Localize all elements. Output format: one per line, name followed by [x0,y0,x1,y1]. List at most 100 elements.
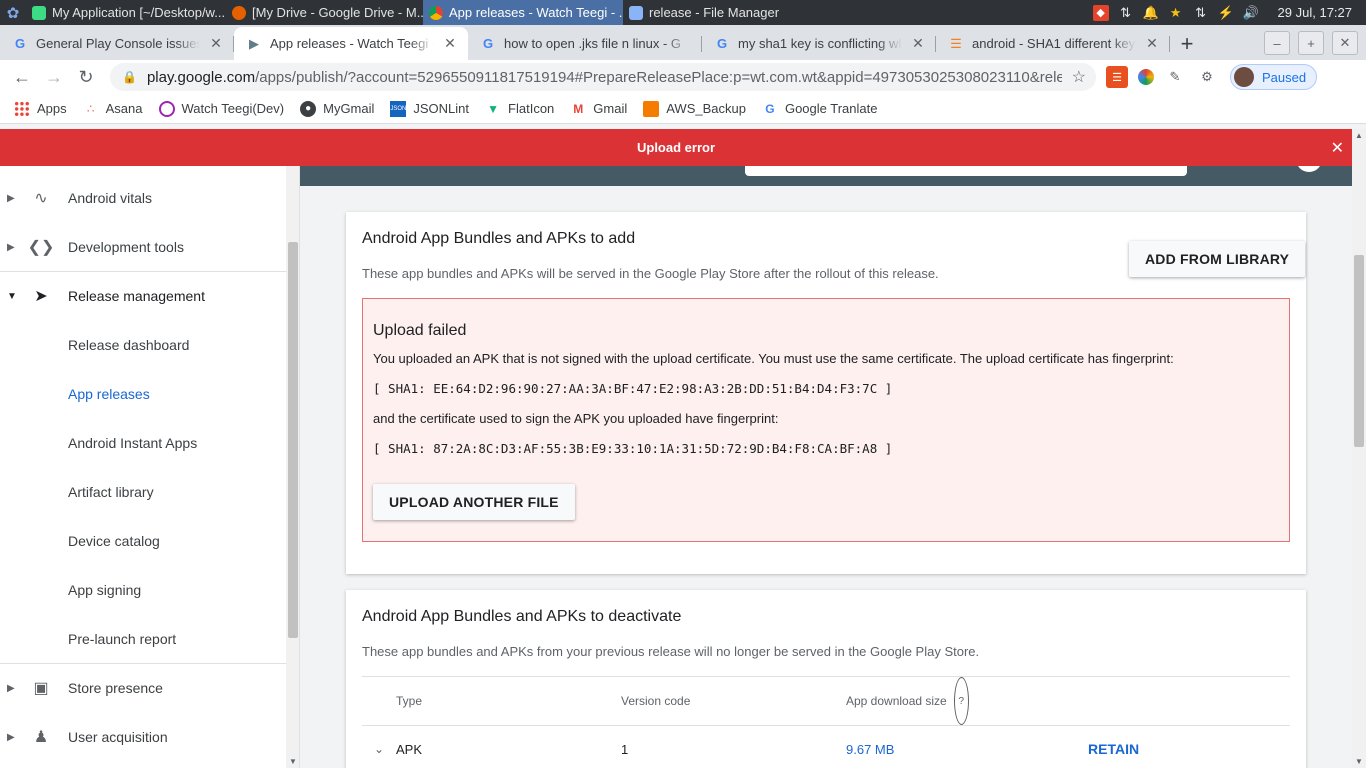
power-icon[interactable]: ⚡ [1217,5,1233,21]
clock[interactable]: 29 Jul, 17:27 [1278,5,1352,20]
sidebar-item-release-management[interactable]: ▼ ➤ Release management [0,272,286,320]
add-from-library-button[interactable]: ADD FROM LIBRARY [1129,241,1306,277]
minimize-window-icon[interactable]: – [1264,31,1290,55]
anydesk-icon[interactable]: ◆ [1092,4,1109,21]
close-tab-icon[interactable]: ✕ [442,35,458,52]
google-icon: G [716,36,728,51]
row-expand-chevron-icon[interactable]: ⌄ [374,726,384,768]
scrollbar-thumb[interactable] [1354,255,1364,447]
browser-tab-active[interactable]: ▶ App releases - Watch Teegi - G ✕ [234,27,468,60]
browser-tab[interactable]: G General Play Console issues - I ✕ [0,27,234,60]
expand-caret-icon: ▶ [7,241,15,253]
sidebar-item-user-acquisition[interactable]: ▶ ♟ User acquisition [0,713,286,761]
card-title: Android App Bundles and APKs to add [362,230,636,247]
stackoverflow-icon: ☰ [950,35,962,51]
flaticon-icon: ▼ [487,101,499,116]
eyedropper-icon[interactable]: ✎ [1164,66,1186,88]
page-scrollbar[interactable]: ▲ ▼ [1352,129,1366,768]
account-avatar[interactable] [1296,166,1322,172]
aws-icon [643,100,660,117]
main-content: Android App Bundles and APKs to add Thes… [300,166,1352,768]
bookmark-asana[interactable]: ∴ Asana [83,101,143,117]
apps-grid-icon [14,100,30,117]
avatar [1234,67,1254,87]
close-tab-icon[interactable]: ✕ [910,35,926,52]
star-icon[interactable]: ★ [1168,5,1184,21]
collapse-caret-icon: ▼ [7,290,17,302]
bookmark-jsonlint[interactable]: JSON JSONLint [390,100,469,117]
watch-teegi-icon [158,100,175,117]
bookmark-apps[interactable]: Apps [14,100,67,117]
asana-icon: ∴ [86,101,95,116]
browser-tab[interactable]: ☰ android - SHA1 different key pr ✕ [936,27,1170,60]
close-window-icon[interactable]: ✕ [1332,31,1358,55]
url-text[interactable]: play.google.com/apps/publish/?account=52… [147,69,1062,86]
retain-button[interactable]: RETAIN [1088,726,1139,768]
profile-status: Paused [1262,69,1307,85]
close-banner-icon[interactable]: ✕ [1331,138,1344,158]
bookmark-star-icon[interactable]: ☆ [1072,67,1086,87]
sidebar-item-device-catalog[interactable]: Device catalog [68,517,160,565]
bookmark-mygmail[interactable]: ● MyGmail [300,100,375,117]
url-host: play.google.com [146,68,256,86]
bookmark-gmail[interactable]: M Gmail [570,101,627,117]
maximize-window-icon[interactable]: + [1298,31,1324,55]
scroll-up-arrow-icon[interactable]: ▲ [1355,131,1363,140]
taskbar-window-chrome[interactable]: App releases - Watch Teegi - ... [423,0,623,25]
sidebar-scrollbar[interactable]: ▼ [286,166,299,768]
scroll-down-arrow-icon[interactable]: ▼ [1355,757,1363,766]
extensions-puzzle-icon[interactable]: ⚙ [1196,66,1218,88]
new-tab-button[interactable]: + [1170,27,1204,60]
google-icon: G [765,101,775,116]
sidebar-item-android-vitals[interactable]: ▶ ∿ Android vitals [0,174,286,222]
volume-icon[interactable]: 🔊 [1242,5,1258,21]
close-tab-icon[interactable]: ✕ [1144,35,1160,52]
search-input[interactable] [745,166,1187,176]
reload-button[interactable]: ↻ [70,61,102,93]
address-bar[interactable]: 🔒 play.google.com/apps/publish/?account=… [110,63,1096,91]
sidebar-item-app-signing[interactable]: App signing [68,566,141,614]
bookmark-aws-backup[interactable]: AWS_Backup [643,100,746,117]
close-tab-icon[interactable]: ✕ [208,35,224,52]
browser-toolbar: ← → ↻ 🔒 play.google.com/apps/publish/?ac… [0,60,1366,94]
play-console-icon: ▶ [249,35,259,51]
bookmark-watch-teegi[interactable]: Watch Teegi(Dev) [158,100,284,117]
upload-error-banner: Upload error ✕ [0,129,1352,166]
help-icon[interactable]: ? [953,677,969,725]
network-transfer-icon[interactable]: ⇅ [1193,5,1209,21]
bookmark-label: MyGmail [323,101,375,116]
scroll-down-arrow-icon[interactable]: ▼ [289,757,297,766]
sidebar-item-release-dashboard[interactable]: Release dashboard [68,321,189,369]
bookmark-google-translate[interactable]: G Google Tranlate [762,101,877,117]
sidebar-item-android-instant-apps[interactable]: Android Instant Apps [68,419,197,467]
taskbar-window-file-manager[interactable]: release - File Manager [623,0,803,25]
sidebar-item-development-tools[interactable]: ▶ ❮❯ Development tools [0,223,286,271]
scrollbar-thumb[interactable] [288,242,298,638]
browser-tab[interactable]: G my sha1 key is conflicting whil ✕ [702,27,936,60]
banner-message: Upload error [636,140,715,155]
sidebar-item-artifact-library[interactable]: Artifact library [68,468,154,516]
forward-button[interactable]: → [38,61,70,93]
folder-icon [629,5,643,20]
bookmark-flaticon[interactable]: ▼ FlatIcon [485,101,554,117]
lock-icon[interactable]: 🔒 [122,70,137,84]
notification-bell-icon[interactable]: 🔔 [1142,5,1158,21]
sidebar-item-app-releases[interactable]: App releases [68,370,150,418]
google-icon: G [482,36,494,51]
taskbar-window-firefox[interactable]: [My Drive - Google Drive - M... [226,0,423,25]
upload-another-file-button[interactable]: UPLOAD ANOTHER FILE [373,484,575,520]
taskbar-window-title: [My Drive - Google Drive - M... [252,5,423,20]
extension-icon[interactable]: ☰ [1106,66,1128,88]
profile-button[interactable]: Paused [1230,64,1318,90]
taskbar-window-android-studio[interactable]: My Application [~/Desktop/w... [26,0,226,25]
sidebar-item-store-presence[interactable]: ▶ ▣ Store presence [0,664,286,712]
browser-tab[interactable]: G how to open .jks file n linux - G [468,27,702,60]
sidebar-item-label: Store presence [68,680,163,696]
color-picker-extension-icon[interactable] [1138,69,1154,85]
back-button[interactable]: ← [6,61,38,93]
app-menu-icon[interactable]: ✿ [0,0,26,25]
user-acquisition-icon: ♟ [33,729,49,746]
url-path: /apps/publish/?account=52965509118175191… [255,68,1062,86]
network-transfer-icon[interactable]: ⇅ [1118,5,1134,21]
sidebar-item-pre-launch-report[interactable]: Pre-launch report [68,615,176,663]
